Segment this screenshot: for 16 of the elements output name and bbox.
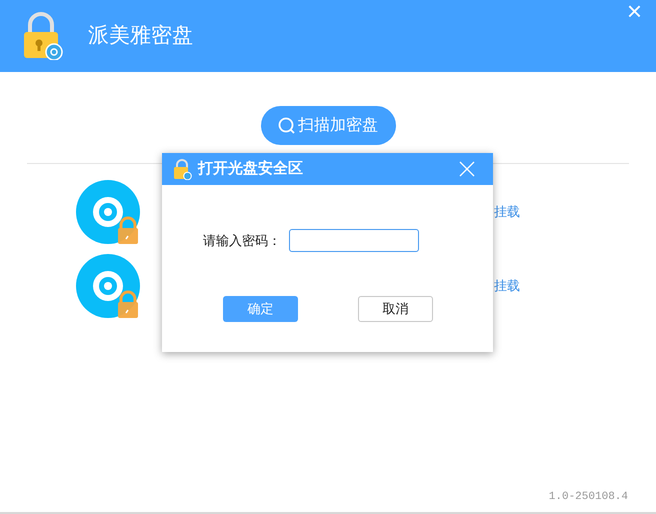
version-label: 1.0-250108.4	[548, 490, 628, 504]
close-button[interactable]	[459, 161, 475, 177]
scan-button[interactable]: 扫描加密盘	[260, 106, 396, 145]
close-button[interactable]: ×	[626, 0, 642, 24]
dialog-title: 打开光盘安全区	[198, 158, 303, 179]
password-field[interactable]	[289, 229, 419, 252]
padlock-disc-icon	[22, 12, 64, 60]
close-icon	[459, 161, 475, 177]
window-title: 派美雅密盘	[88, 23, 193, 50]
search-icon	[278, 116, 296, 134]
padlock-disc-icon	[172, 158, 192, 180]
cancel-button[interactable]: 取消	[358, 296, 433, 322]
mount-link[interactable]: 挂载	[494, 276, 520, 296]
confirm-button[interactable]: 确定	[223, 296, 298, 322]
mount-link[interactable]: 挂载	[494, 202, 520, 222]
password-label: 请输入密码：	[203, 232, 281, 250]
